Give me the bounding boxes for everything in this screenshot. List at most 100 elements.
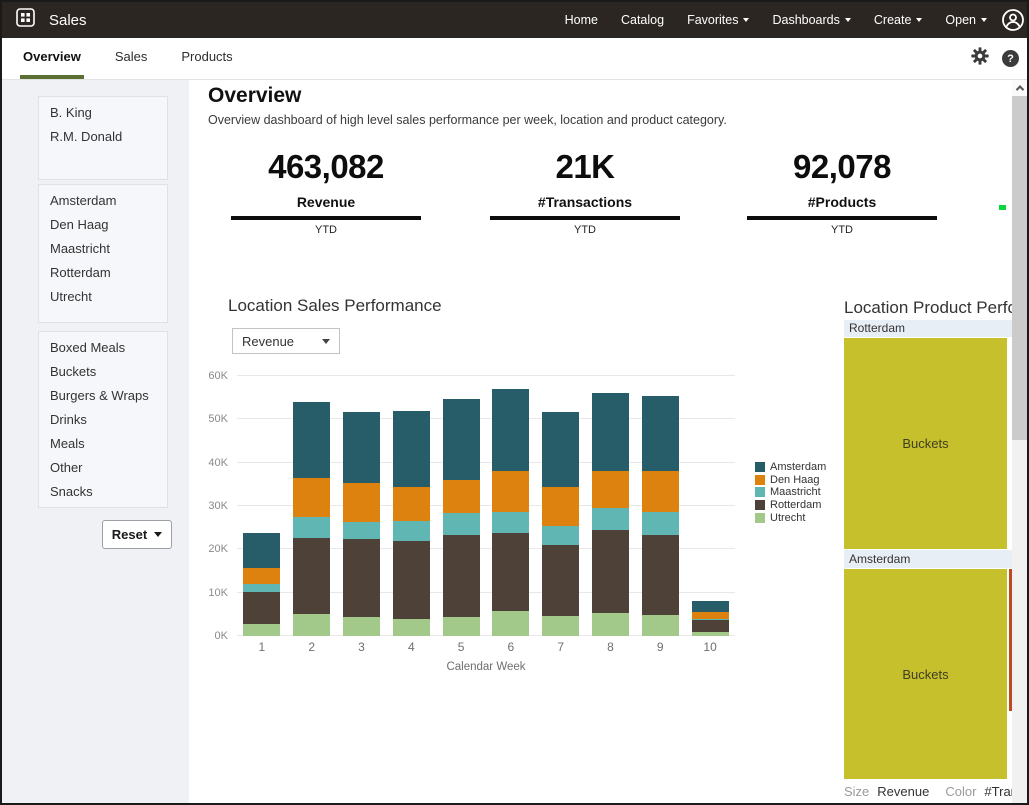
bar-segment-maastricht[interactable] [642,512,679,535]
stacked-bar[interactable] [692,601,729,637]
stacked-bar[interactable] [542,412,579,636]
stacked-bar[interactable] [293,402,330,636]
bar-segment-maastricht[interactable] [492,512,529,533]
filter-item-rotterdam[interactable]: Rotterdam [39,261,167,285]
kpi-tile--products[interactable]: 92,078#ProductsYTD [712,146,972,236]
treemap-cell[interactable]: Buckets [844,568,1012,780]
filter-item-den-haag[interactable]: Den Haag [39,213,167,237]
stacked-bar[interactable] [443,399,480,636]
tab-products[interactable]: Products [178,38,235,79]
measure-dropdown[interactable]: Revenue [232,328,340,354]
bar-segment-den-haag[interactable] [393,487,430,521]
bar-segment-maastricht[interactable] [343,522,380,538]
filter-item-drinks[interactable]: Drinks [39,408,167,432]
bar-segment-rotterdam[interactable] [642,535,679,615]
gear-icon[interactable] [971,47,989,70]
bar-segment-rotterdam[interactable] [343,539,380,617]
bar-segment-amsterdam[interactable] [642,396,679,471]
nav-dashboards[interactable]: Dashboards [772,13,850,27]
stacked-bar[interactable] [343,412,380,636]
stacked-bar[interactable] [642,396,679,636]
stacked-bar[interactable] [243,533,280,636]
nav-favorites[interactable]: Favorites [687,13,749,27]
tab-sales[interactable]: Sales [112,38,151,79]
filter-item-utrecht[interactable]: Utrecht [39,285,167,309]
bar-segment-den-haag[interactable] [443,480,480,513]
filter-item-boxed-meals[interactable]: Boxed Meals [39,336,167,360]
bar-segment-maastricht[interactable] [592,508,629,530]
bar-segment-rotterdam[interactable] [542,545,579,615]
user-avatar-icon[interactable] [1001,8,1025,32]
filter-item-amsterdam[interactable]: Amsterdam [39,189,167,213]
bar-segment-rotterdam[interactable] [293,538,330,615]
app-grid-icon[interactable] [16,8,35,32]
bar-segment-utrecht[interactable] [492,611,529,636]
bar-segment-rotterdam[interactable] [443,535,480,616]
legend-item-maastricht[interactable]: Maastricht [755,486,826,499]
bar-segment-den-haag[interactable] [642,471,679,512]
bar-segment-maastricht[interactable] [443,513,480,535]
bar-segment-maastricht[interactable] [293,517,330,537]
scrollbar-thumb[interactable] [1012,96,1027,440]
help-icon[interactable]: ? [1002,50,1019,67]
nav-open[interactable]: Open [945,13,987,27]
bar-segment-utrecht[interactable] [542,616,579,636]
nav-catalog[interactable]: Catalog [621,13,664,27]
kpi-tile-revenue[interactable]: 463,082RevenueYTD [196,146,456,236]
bar-segment-amsterdam[interactable] [692,601,729,613]
bar-segment-amsterdam[interactable] [393,411,430,488]
legend-item-rotterdam[interactable]: Rotterdam [755,499,826,512]
bar-segment-amsterdam[interactable] [542,412,579,487]
bar-segment-den-haag[interactable] [293,478,330,517]
nav-home[interactable]: Home [565,13,598,27]
bar-segment-den-haag[interactable] [592,471,629,508]
bar-segment-amsterdam[interactable] [492,389,529,472]
tab-overview[interactable]: Overview [20,38,84,79]
bar-segment-rotterdam[interactable] [692,620,729,631]
filter-item-snacks[interactable]: Snacks [39,480,167,504]
bar-segment-amsterdam[interactable] [592,393,629,471]
filter-item-r-m-donald[interactable]: R.M. Donald [39,125,167,149]
bar-segment-den-haag[interactable] [243,568,280,584]
reset-button[interactable]: Reset [102,520,172,549]
filter-item-b-king[interactable]: B. King [39,101,167,125]
bar-segment-utrecht[interactable] [592,613,629,636]
stacked-bar[interactable] [492,389,529,636]
bar-segment-amsterdam[interactable] [293,402,330,479]
bar-segment-maastricht[interactable] [243,584,280,593]
scroll-up-button[interactable] [1012,80,1027,96]
filter-item-other[interactable]: Other [39,456,167,480]
stacked-bar[interactable] [592,393,629,636]
bar-segment-den-haag[interactable] [542,487,579,526]
kpi-tile--transactions[interactable]: 21K#TransactionsYTD [455,146,715,236]
filter-item-buckets[interactable]: Buckets [39,360,167,384]
bar-segment-rotterdam[interactable] [243,592,280,624]
bar-segment-rotterdam[interactable] [492,533,529,611]
bar-segment-den-haag[interactable] [492,471,529,512]
treemap-cell[interactable]: Buckets [844,337,1012,550]
vertical-scrollbar[interactable] [1012,80,1027,803]
bar-segment-utrecht[interactable] [692,632,729,636]
legend-item-utrecht[interactable]: Utrecht [755,511,826,524]
nav-create[interactable]: Create [874,13,923,27]
bar-segment-utrecht[interactable] [343,617,380,637]
legend-item-den-haag[interactable]: Den Haag [755,474,826,487]
bar-segment-rotterdam[interactable] [592,530,629,613]
bar-segment-den-haag[interactable] [343,483,380,522]
bar-segment-maastricht[interactable] [542,526,579,546]
bar-segment-amsterdam[interactable] [443,399,480,480]
filter-item-meals[interactable]: Meals [39,432,167,456]
bar-segment-rotterdam[interactable] [393,541,430,619]
bar-segment-amsterdam[interactable] [343,412,380,484]
bar-segment-utrecht[interactable] [443,617,480,637]
bar-segment-utrecht[interactable] [293,614,330,636]
filter-item-maastricht[interactable]: Maastricht [39,237,167,261]
bar-segment-amsterdam[interactable] [243,533,280,567]
bar-segment-utrecht[interactable] [393,619,430,636]
stacked-bar[interactable] [393,411,430,636]
bar-segment-utrecht[interactable] [243,624,280,636]
filter-item-burgers-wraps[interactable]: Burgers & Wraps [39,384,167,408]
legend-item-amsterdam[interactable]: Amsterdam [755,461,826,474]
bar-segment-utrecht[interactable] [642,615,679,636]
bar-segment-maastricht[interactable] [393,521,430,541]
